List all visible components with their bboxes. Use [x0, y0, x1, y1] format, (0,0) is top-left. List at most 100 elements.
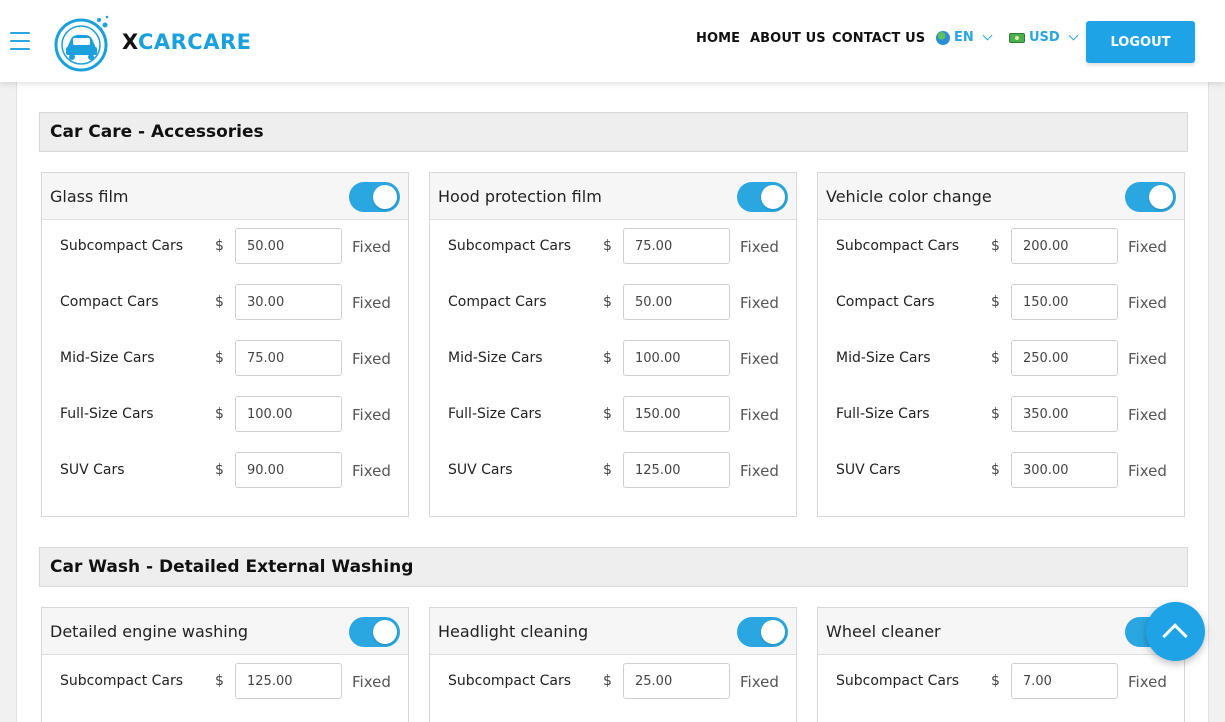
- currency-symbol: $: [215, 238, 224, 254]
- panel-header: Glass film: [42, 173, 408, 220]
- price-input[interactable]: [1011, 284, 1118, 320]
- panel-title: Glass film: [50, 187, 129, 206]
- currency-symbol: $: [603, 350, 612, 366]
- language-selector[interactable]: EN: [936, 30, 993, 45]
- service-panel: Headlight cleaning Subcompact Cars $ Fixed: [429, 607, 797, 722]
- currency-symbol: $: [991, 294, 1000, 310]
- currency-symbol: $: [215, 462, 224, 478]
- menu-icon[interactable]: [10, 32, 30, 50]
- price-type-label: Fixed: [352, 294, 391, 312]
- service-panel: Detailed engine washing Subcompact Cars $…: [41, 607, 409, 722]
- price-input[interactable]: [623, 340, 730, 376]
- car-type-label: Subcompact Cars: [448, 238, 572, 254]
- service-panel: Wheel cleaner Subcompact Cars $ Fixed: [817, 607, 1185, 722]
- price-input[interactable]: [1011, 340, 1118, 376]
- currency-symbol: $: [603, 673, 612, 689]
- currency-symbol: $: [991, 673, 1000, 689]
- price-input[interactable]: [235, 228, 342, 264]
- price-row: Subcompact Cars $ Fixed: [818, 220, 1184, 276]
- price-type-label: Fixed: [740, 238, 779, 256]
- car-type-label: Compact Cars: [448, 294, 547, 310]
- price-input[interactable]: [235, 340, 342, 376]
- language-value: EN: [954, 30, 974, 45]
- currency-symbol: $: [991, 350, 1000, 366]
- chevron-up-icon: [1162, 623, 1188, 649]
- enable-toggle[interactable]: [737, 617, 788, 647]
- price-input[interactable]: [235, 284, 342, 320]
- price-row: Subcompact Cars $ Fixed: [818, 655, 1184, 711]
- price-row: Subcompact Cars $ Fixed: [42, 655, 408, 711]
- car-type-label: Mid-Size Cars: [836, 350, 931, 366]
- currency-symbol: $: [991, 406, 1000, 422]
- price-input[interactable]: [623, 452, 730, 488]
- price-type-label: Fixed: [352, 350, 391, 368]
- price-row: Subcompact Cars $ Fixed: [430, 220, 796, 276]
- logout-button[interactable]: LOGOUT: [1086, 21, 1195, 63]
- price-row: SUV Cars $ Fixed: [818, 444, 1184, 500]
- car-type-label: Subcompact Cars: [836, 673, 960, 689]
- car-type-label: Full-Size Cars: [448, 406, 542, 422]
- car-type-label: Subcompact Cars: [836, 238, 960, 254]
- price-input[interactable]: [235, 452, 342, 488]
- price-input[interactable]: [1011, 452, 1118, 488]
- panel-header: Vehicle color change: [818, 173, 1184, 220]
- scroll-to-top-button[interactable]: [1146, 602, 1205, 661]
- currency-selector[interactable]: USD: [1009, 30, 1079, 45]
- price-input[interactable]: [235, 663, 342, 699]
- price-input[interactable]: [1011, 663, 1118, 699]
- nav-home[interactable]: HOME: [696, 31, 740, 46]
- price-input[interactable]: [623, 228, 730, 264]
- xcarcare-logo-icon[interactable]: [54, 14, 112, 72]
- price-type-label: Fixed: [1128, 238, 1167, 256]
- car-type-label: Compact Cars: [836, 294, 935, 310]
- price-row: Mid-Size Cars $ Fixed: [42, 332, 408, 388]
- price-type-label: Fixed: [740, 673, 779, 691]
- panel-header: Headlight cleaning: [430, 608, 796, 655]
- brand-name[interactable]: XCARCARE: [122, 30, 251, 54]
- currency-symbol: $: [603, 294, 612, 310]
- brand-rest: CARCARE: [137, 30, 252, 54]
- car-type-label: SUV Cars: [60, 462, 125, 478]
- price-row: Compact Cars $ Fixed: [42, 276, 408, 332]
- enable-toggle[interactable]: [349, 617, 400, 647]
- panel-header: Wheel cleaner: [818, 608, 1184, 655]
- price-input[interactable]: [623, 396, 730, 432]
- panel-title: Headlight cleaning: [438, 622, 589, 641]
- panel-title: Hood protection film: [438, 187, 602, 206]
- price-row: Full-Size Cars $ Fixed: [818, 388, 1184, 444]
- price-input[interactable]: [1011, 228, 1118, 264]
- car-type-label: Subcompact Cars: [448, 673, 572, 689]
- car-type-label: Full-Size Cars: [60, 406, 154, 422]
- price-row: SUV Cars $ Fixed: [430, 444, 796, 500]
- nav-contact-us[interactable]: CONTACT US: [832, 31, 925, 46]
- currency-symbol: $: [215, 294, 224, 310]
- price-row: Full-Size Cars $ Fixed: [430, 388, 796, 444]
- section-title: Car Wash - Detailed External Washing: [39, 547, 1188, 587]
- currency-symbol: $: [603, 406, 612, 422]
- globe-icon: [936, 30, 950, 45]
- price-input[interactable]: [623, 663, 730, 699]
- price-input[interactable]: [623, 284, 730, 320]
- section-title: Car Care - Accessories: [39, 112, 1188, 152]
- price-type-label: Fixed: [740, 462, 779, 480]
- service-panel: Hood protection film Subcompact Cars $ Fix…: [429, 172, 797, 517]
- panel-title: Detailed engine washing: [50, 622, 248, 641]
- price-type-label: Fixed: [352, 462, 391, 480]
- price-row: Mid-Size Cars $ Fixed: [818, 332, 1184, 388]
- chevron-down-icon: [1068, 30, 1079, 41]
- car-type-label: SUV Cars: [448, 462, 513, 478]
- enable-toggle[interactable]: [737, 182, 788, 212]
- nav-about-us[interactable]: ABOUT US: [750, 31, 826, 46]
- car-type-label: Subcompact Cars: [60, 673, 184, 689]
- panel-title: Wheel cleaner: [826, 622, 941, 641]
- currency-symbol: $: [215, 350, 224, 366]
- enable-toggle[interactable]: [349, 182, 400, 212]
- car-type-label: Mid-Size Cars: [448, 350, 543, 366]
- price-input[interactable]: [1011, 396, 1118, 432]
- price-input[interactable]: [235, 396, 342, 432]
- price-row: SUV Cars $ Fixed: [42, 444, 408, 500]
- car-type-label: SUV Cars: [836, 462, 901, 478]
- panel-header: Hood protection film: [430, 173, 796, 220]
- enable-toggle[interactable]: [1125, 182, 1176, 212]
- price-type-label: Fixed: [1128, 294, 1167, 312]
